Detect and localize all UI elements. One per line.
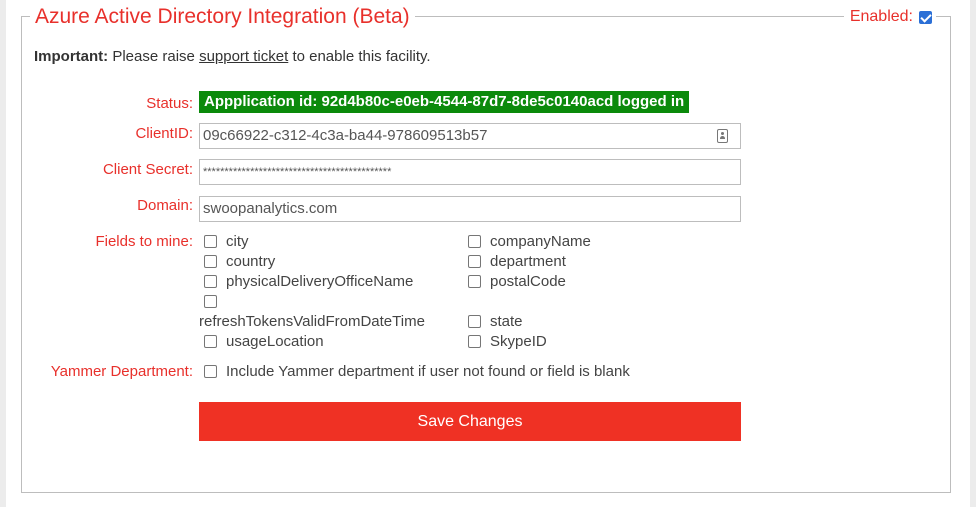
important-label: Important: <box>34 48 109 65</box>
client-secret-value: ****************************************… <box>203 166 392 178</box>
enabled-label: Enabled: <box>849 8 913 25</box>
save-changes-button[interactable]: Save Changes <box>199 402 741 441</box>
client-secret-label: Client Secret: <box>102 161 193 178</box>
field-checkbox[interactable] <box>204 275 217 288</box>
field-option-label: department <box>490 252 566 270</box>
field-option-label: companyName <box>490 232 591 250</box>
field-checkbox[interactable] <box>204 235 217 248</box>
field-option-label: country <box>226 252 276 270</box>
notice-text-before: Please raise <box>108 48 200 65</box>
field-option-postalcode[interactable]: postalCode <box>468 271 566 291</box>
field-option-city[interactable]: city <box>204 231 249 251</box>
field-option-refreshtokensvalidfromdatetime[interactable]: refreshTokensValidFromDateTime <box>199 311 425 331</box>
section-title: Azure Active Directory Integration (Beta… <box>30 3 415 31</box>
field-checkbox-refreshtokensvalidfromdatetime[interactable] <box>204 295 217 308</box>
contact-card-icon[interactable] <box>717 129 728 143</box>
important-notice: Important: Please raise support ticket t… <box>34 48 431 65</box>
support-ticket-link[interactable]: support ticket <box>199 48 288 65</box>
field-checkbox[interactable] <box>204 255 217 268</box>
field-checkbox[interactable] <box>468 315 481 328</box>
enabled-checkbox[interactable] <box>919 10 932 24</box>
status-label: Status: <box>146 95 193 112</box>
clientid-input[interactable]: 09c66922-c312-4c3a-ba44-978609513b57 <box>199 123 741 149</box>
field-option-usagelocation[interactable]: usageLocation <box>204 331 324 351</box>
clientid-value: 09c66922-c312-4c3a-ba44-978609513b57 <box>203 127 488 144</box>
field-option-department[interactable]: department <box>468 251 566 271</box>
field-option-state[interactable]: state <box>468 311 523 331</box>
field-checkbox[interactable] <box>468 235 481 248</box>
field-option-label: usageLocation <box>226 332 324 350</box>
domain-label: Domain: <box>137 197 193 214</box>
field-checkbox[interactable] <box>204 335 217 348</box>
yammer-department-option[interactable]: Include Yammer department if user not fo… <box>204 361 630 381</box>
domain-value: swoopanalytics.com <box>203 200 338 217</box>
field-option-companyname[interactable]: companyName <box>468 231 591 251</box>
enabled-toggle[interactable]: Enabled: <box>843 6 936 28</box>
yammer-department-checkbox[interactable] <box>204 365 217 378</box>
client-secret-input[interactable]: ****************************************… <box>199 159 741 185</box>
fields-to-mine-label: Fields to mine: <box>95 233 193 250</box>
status-badge: Appplication id: 92d4b80c-e0eb-4544-87d7… <box>199 91 690 113</box>
field-option-label: state <box>490 312 523 330</box>
yammer-department-label: Yammer Department: <box>50 363 193 380</box>
field-option-physicaldeliveryofficename[interactable]: physicalDeliveryOfficeName <box>204 271 413 291</box>
field-option-label: SkypeID <box>490 332 547 350</box>
field-option-skypeid[interactable]: SkypeID <box>468 331 547 351</box>
notice-text-after: to enable this facility. <box>288 48 431 65</box>
field-checkbox[interactable] <box>468 335 481 348</box>
field-option-label: physicalDeliveryOfficeName <box>226 272 414 290</box>
field-option-label: refreshTokensValidFromDateTime <box>199 312 425 330</box>
domain-input[interactable]: swoopanalytics.com <box>199 196 741 222</box>
yammer-department-option-label: Include Yammer department if user not fo… <box>226 362 630 380</box>
field-option-label: postalCode <box>490 272 566 290</box>
field-checkbox[interactable] <box>468 275 481 288</box>
field-checkbox[interactable] <box>468 255 481 268</box>
clientid-label: ClientID: <box>135 125 193 142</box>
field-option-label: city <box>226 232 249 250</box>
field-option-country[interactable]: country <box>204 251 275 271</box>
